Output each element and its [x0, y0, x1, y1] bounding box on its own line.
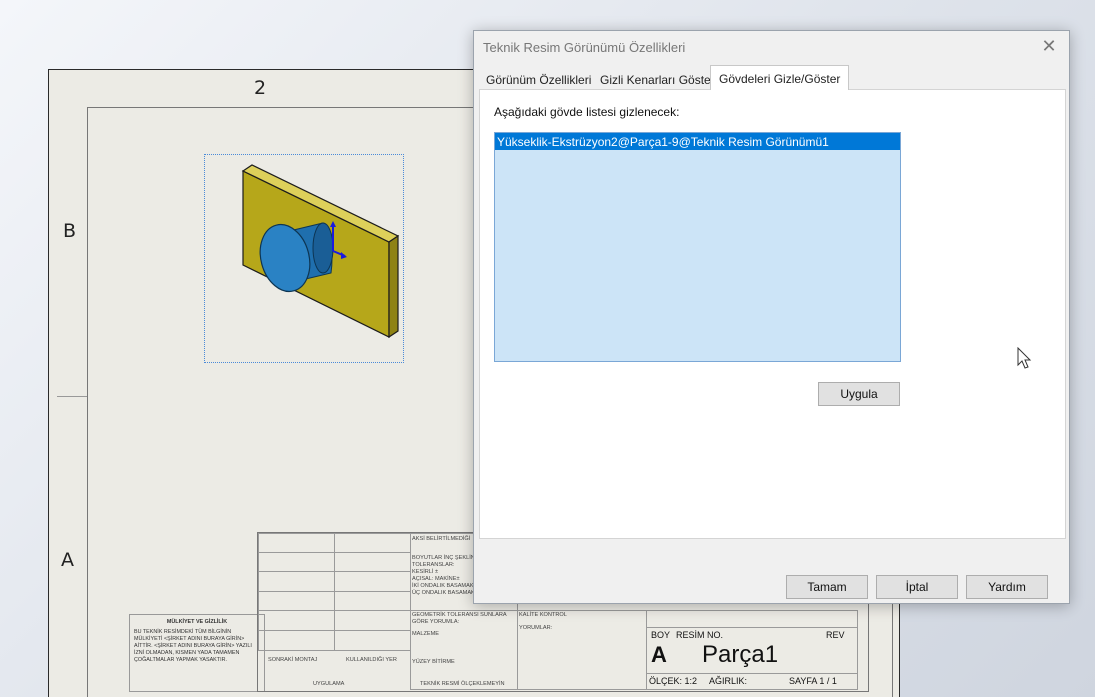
part-model-image — [241, 164, 400, 339]
tb-blank-box — [646, 610, 858, 628]
zone-divider — [57, 396, 87, 397]
tb-application: UYGULAMA — [313, 681, 345, 687]
close-icon[interactable]: ✕ — [1039, 37, 1059, 57]
tab-show-hidden-edges[interactable]: Gizli Kenarları Göster — [600, 70, 715, 90]
tb-quality-control: KALİTE KONTROL — [519, 612, 567, 618]
list-item[interactable]: Yükseklik-Ekstrüzyon2@Parça1-9@Teknik Re… — [495, 133, 900, 150]
tb-unless-noted: AKSİ BELİRTİLMEDİĞİ — [412, 536, 471, 542]
tb-do-not-scale: TEKNİK RESMİ ÖLÇEKLEMEYİN — [420, 681, 505, 687]
tab-view-properties[interactable]: Görünüm Özellikleri — [486, 70, 591, 90]
tb-three-place: ÜÇ ONDALIK BASAMAK — [412, 590, 475, 596]
tb-two-place: İKİ ONDALIK BASAMAK — [412, 583, 474, 589]
tab-panel: Aşağıdaki gövde listesi gizlenecek: Yüks… — [479, 89, 1066, 539]
drawing-view[interactable] — [204, 154, 404, 363]
proprietary-block: MÜLKİYET VE GİZLİLİK BU TEKNİK RESİMDEKİ… — [129, 614, 265, 692]
zone-column-label: 2 — [254, 77, 267, 99]
tb-dimensions: BOYUTLAR İNÇ ŞEKLİNDE — [412, 555, 483, 561]
tb-scale: ÖLÇEK: 1:2 — [649, 676, 698, 686]
tb-dwg-no-label: RESİM NO. — [676, 630, 724, 640]
mouse-cursor-icon — [1017, 347, 1032, 369]
tb-grid-row — [258, 591, 411, 611]
tb-quality-box — [517, 610, 647, 690]
proprietary-heading: MÜLKİYET VE GİZLİLİK — [166, 619, 228, 625]
dialog-title: Teknik Resim Görünümü Özellikleri — [483, 40, 686, 55]
hidden-bodies-label: Aşağıdaki gövde listesi gizlenecek: — [494, 105, 680, 119]
tb-grid-row — [258, 630, 411, 651]
hidden-bodies-list[interactable]: Yükseklik-Ekstrüzyon2@Parça1-9@Teknik Re… — [494, 132, 901, 362]
tb-surface-finish: YÜZEY BİTİRME — [412, 659, 455, 665]
tb-angular: AÇISAL: MAKİNE± — [412, 576, 460, 582]
tb-comments: YORUMLAR: — [519, 625, 553, 631]
tb-part-name: Parça1 — [702, 641, 779, 668]
drawing-view-properties-dialog[interactable]: Teknik Resim Görünümü Özellikleri ✕ Görü… — [473, 30, 1070, 604]
help-button[interactable]: Yardım — [966, 575, 1048, 599]
zone-row-label-b: B — [63, 220, 77, 242]
tb-weight: AĞIRLIK: — [709, 676, 748, 686]
tb-fractional: KESİRLİ ± — [412, 569, 439, 575]
tb-tolerances: TOLERANSLAR: — [412, 562, 455, 568]
ok-button[interactable]: Tamam — [786, 575, 868, 599]
zone-row-label-a: A — [61, 549, 74, 571]
tb-size-label: BOY — [651, 630, 671, 640]
tab-hide-show-bodies[interactable]: Gövdeleri Gizle/Göster — [710, 65, 850, 90]
tb-next-assembly: SONRAKİ MONTAJ — [268, 657, 318, 663]
tb-sheet: SAYFA 1 / 1 — [789, 676, 837, 686]
tb-used-on: KULLANILDIĞI YER — [346, 657, 397, 663]
cancel-button[interactable]: İptal — [876, 575, 958, 599]
tb-rev-label: REV — [826, 630, 845, 640]
tb-geometric-tolerance: GEOMETRİK TOLERANSI SUNLARA GÖRE YORUMLA… — [412, 612, 507, 625]
apply-button[interactable]: Uygula — [818, 382, 900, 406]
tb-grid-row — [258, 552, 411, 572]
tb-material: MALZEME — [412, 631, 440, 637]
tb-size-value: A — [651, 642, 667, 667]
proprietary-body: BU TEKNİK RESİMDEKİ TÜM BİLGİNİN MÜLKİYE… — [134, 629, 252, 663]
